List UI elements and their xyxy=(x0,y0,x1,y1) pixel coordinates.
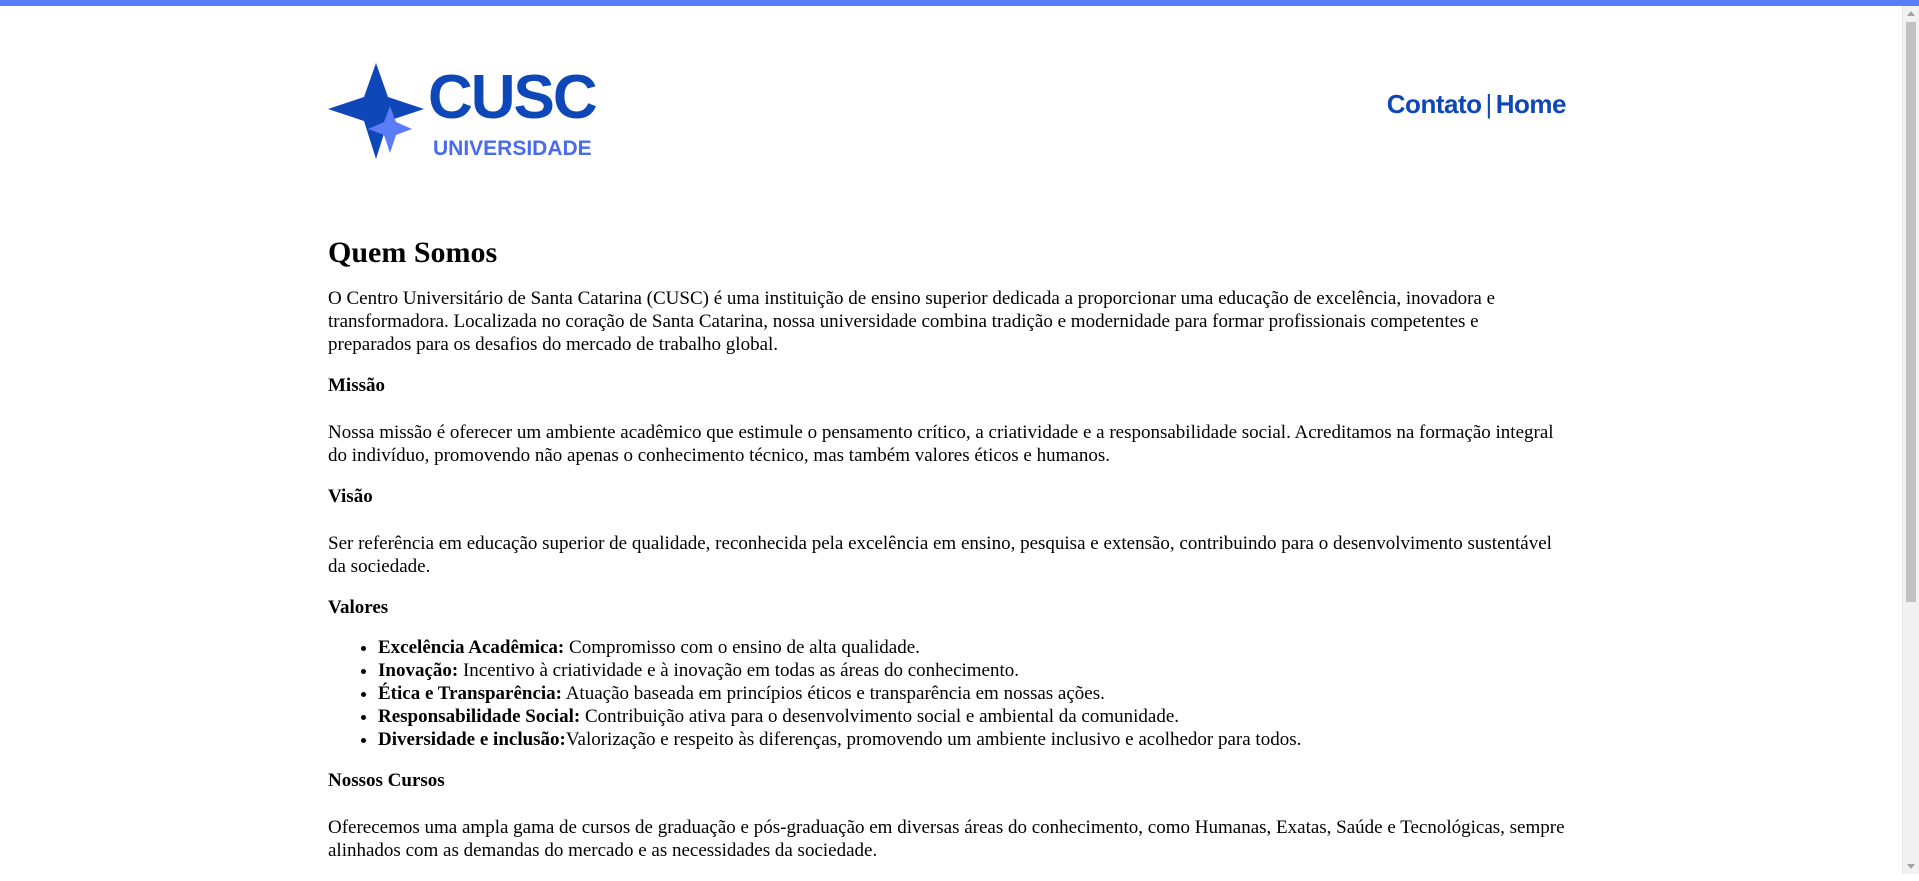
nav-separator: | xyxy=(1485,89,1492,119)
valor-text: Atuação baseada em princípios éticos e t… xyxy=(562,683,1105,704)
visao-paragraph: Ser referência em educação superior de q… xyxy=(328,533,1552,577)
valor-text: Valorização e respeito às diferenças, pr… xyxy=(565,729,1302,750)
cursos-paragraph: Oferecemos uma ampla gama de cursos de g… xyxy=(328,817,1565,861)
valor-label: Ética e Transparência: xyxy=(378,683,562,704)
logo-subtext: UNIVERSIDADE xyxy=(433,137,592,160)
page-title: Quem Somos xyxy=(328,236,498,269)
valor-text: Contribuição ativa para o desenvolviment… xyxy=(580,706,1180,727)
list-item: Diversidade e inclusão:Valorização e res… xyxy=(378,728,1566,751)
vertical-scrollbar[interactable] xyxy=(1902,6,1919,874)
cursos-heading: Nossos Cursos xyxy=(328,770,445,791)
scrollbar-thumb[interactable] xyxy=(1906,22,1916,602)
valor-label: Excelência Acadêmica: xyxy=(378,637,565,658)
main-content: Quem Somos O Centro Universitário de San… xyxy=(328,237,1566,862)
nav-link-contato[interactable]: Contato xyxy=(1387,89,1482,119)
valor-text: Compromisso com o ensino de alta qualida… xyxy=(564,637,920,658)
missao-heading: Missão xyxy=(328,375,385,396)
valor-label: Responsabilidade Social: xyxy=(378,706,581,727)
list-item: Inovação: Incentivo à criatividade e à i… xyxy=(378,659,1566,682)
site-header: CUSC UNIVERSIDADE Contato | Home xyxy=(328,6,1567,211)
nav-link-home[interactable]: Home xyxy=(1496,89,1567,119)
valor-label: Inovação: xyxy=(378,660,459,681)
visao-heading: Visão xyxy=(328,486,373,507)
missao-paragraph: Nossa missão é oferecer um ambiente acad… xyxy=(328,422,1554,466)
logo-link[interactable]: CUSC UNIVERSIDADE xyxy=(328,63,600,165)
list-item: Excelência Acadêmica: Compromisso com o … xyxy=(378,636,1566,659)
list-item: Ética e Transparência: Atuação baseada e… xyxy=(378,682,1566,705)
logo-text: CUSC xyxy=(428,63,598,132)
star-icon xyxy=(328,63,424,159)
scroll-down-arrow-icon[interactable] xyxy=(1907,864,1915,869)
valores-list: Excelência Acadêmica: Compromisso com o … xyxy=(328,636,1566,751)
scroll-up-arrow-icon[interactable] xyxy=(1907,11,1915,16)
list-item: Responsabilidade Social: Contribuição at… xyxy=(378,705,1566,728)
valor-text: Incentivo à criatividade e à inovação em… xyxy=(458,660,1020,681)
valores-heading: Valores xyxy=(328,597,389,618)
valor-label: Diversidade e inclusão: xyxy=(378,729,566,750)
intro-paragraph: O Centro Universitário de Santa Catarina… xyxy=(328,288,1496,355)
main-nav: Contato | Home xyxy=(1387,89,1567,120)
page-container: CUSC UNIVERSIDADE Contato | Home Quem Somo… xyxy=(328,6,1567,881)
